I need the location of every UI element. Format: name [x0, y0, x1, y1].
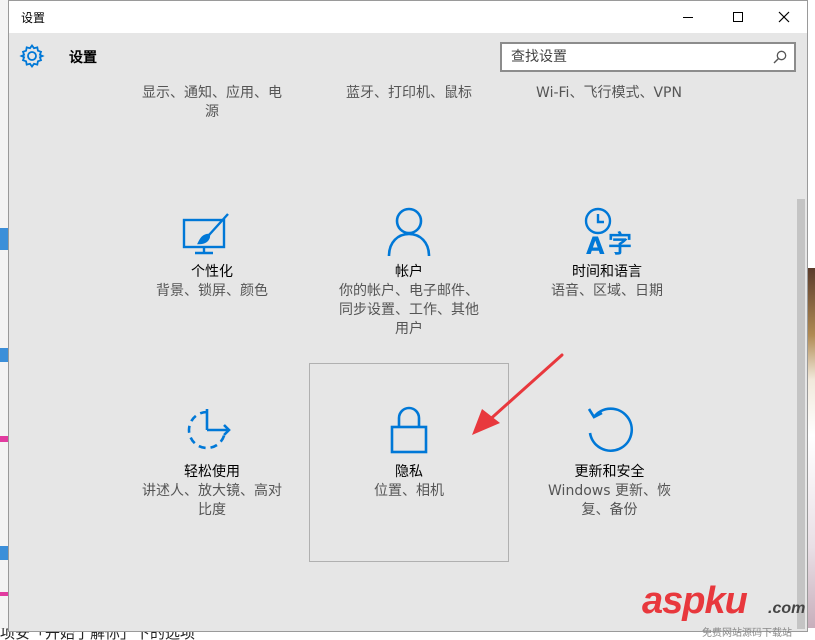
watermark-ku: ku	[704, 580, 747, 622]
tile-ease-of-access-desc: 讲述人、放大镜、高对	[142, 483, 282, 499]
update-icon	[587, 407, 634, 452]
tile-system[interactable]: 显示、通知、应用、电 源	[127, 84, 297, 122]
gear-icon	[19, 43, 45, 69]
tile-accounts-name: 帐户	[395, 264, 423, 280]
tile-update-security-desc-2: 复、备份	[581, 502, 638, 518]
tile-personalization-desc: 背景、锁屏、颜色	[156, 283, 268, 299]
tile-time-language[interactable]: 时间和语言 语音、区域、日期	[517, 263, 697, 301]
tile-system-desc-2: 源	[205, 104, 219, 120]
search-input[interactable]	[511, 48, 761, 66]
tile-network-desc: Wi-Fi、飞行模式、VPN	[536, 85, 682, 101]
maximize-icon	[733, 12, 743, 22]
maximize-button[interactable]	[715, 1, 761, 33]
account-icon	[387, 207, 431, 257]
tile-accounts-desc-2: 同步设置、工作、其他	[339, 302, 479, 318]
tile-ease-of-access-desc-2: 比度	[198, 502, 226, 518]
tile-ease-of-access-name: 轻松使用	[184, 464, 240, 480]
scrollbar[interactable]	[795, 81, 807, 631]
tile-ease-of-access[interactable]: 轻松使用 讲述人、放大镜、高对 比度	[127, 463, 297, 520]
scrollbar-thumb[interactable]	[797, 199, 805, 629]
svg-text:字: 字	[608, 230, 632, 258]
tile-devices-desc: 蓝牙、打印机、鼠标	[346, 85, 472, 101]
search-icon[interactable]	[772, 49, 788, 65]
ease-of-access-icon	[187, 409, 231, 450]
page-title: 设置	[69, 50, 97, 66]
tile-accounts-desc: 你的帐户、电子邮件、	[339, 283, 479, 299]
watermark-asp: asp	[642, 580, 705, 622]
watermark-com: .com	[768, 600, 806, 617]
close-button[interactable]	[761, 1, 807, 33]
tile-network[interactable]: Wi-Fi、飞行模式、VPN	[514, 84, 704, 103]
tile-devices[interactable]: 蓝牙、打印机、鼠标	[324, 84, 494, 103]
title-bar[interactable]: 设置	[9, 1, 807, 33]
search-box[interactable]	[500, 42, 796, 72]
tile-personalization-name: 个性化	[191, 264, 233, 280]
tile-system-desc: 显示、通知、应用、电	[142, 85, 282, 101]
window-title: 设置	[21, 11, 46, 25]
tile-update-security[interactable]: 更新和安全 Windows 更新、恢 复、备份	[517, 463, 702, 520]
time-language-icon: A 字	[584, 207, 632, 258]
settings-window: 设置 设置 查找设置 显示、通知、应用、电 源 蓝牙、打印机、鼠标 Wi-Fi、…	[8, 0, 808, 632]
lock-icon	[390, 406, 428, 454]
watermark-logo: aspku .com 免费网站源码下载站	[640, 580, 815, 640]
tile-time-language-desc: 语音、区域、日期	[551, 283, 663, 299]
tile-update-security-desc: Windows 更新、恢	[548, 483, 671, 499]
minimize-button[interactable]	[665, 1, 711, 33]
annotation-arrow	[472, 353, 564, 435]
tile-accounts[interactable]: 帐户 你的帐户、电子邮件、 同步设置、工作、其他 用户	[321, 263, 497, 339]
tile-privacy-desc: 位置、相机	[374, 483, 444, 499]
tile-privacy[interactable]: 隐私 位置、相机	[324, 463, 494, 501]
minimize-icon	[683, 17, 693, 18]
tile-personalization[interactable]: 个性化 背景、锁屏、颜色	[127, 263, 297, 301]
tile-update-security-name: 更新和安全	[574, 464, 645, 480]
close-icon	[778, 11, 790, 23]
tile-accounts-desc-3: 用户	[395, 321, 423, 337]
watermark-subtitle: 免费网站源码下载站	[702, 628, 792, 639]
svg-text:A: A	[586, 232, 605, 258]
settings-header: 设置	[9, 33, 807, 79]
tile-privacy-name: 隐私	[395, 464, 423, 480]
personalization-icon	[182, 213, 229, 255]
tile-time-language-name: 时间和语言	[572, 264, 642, 280]
